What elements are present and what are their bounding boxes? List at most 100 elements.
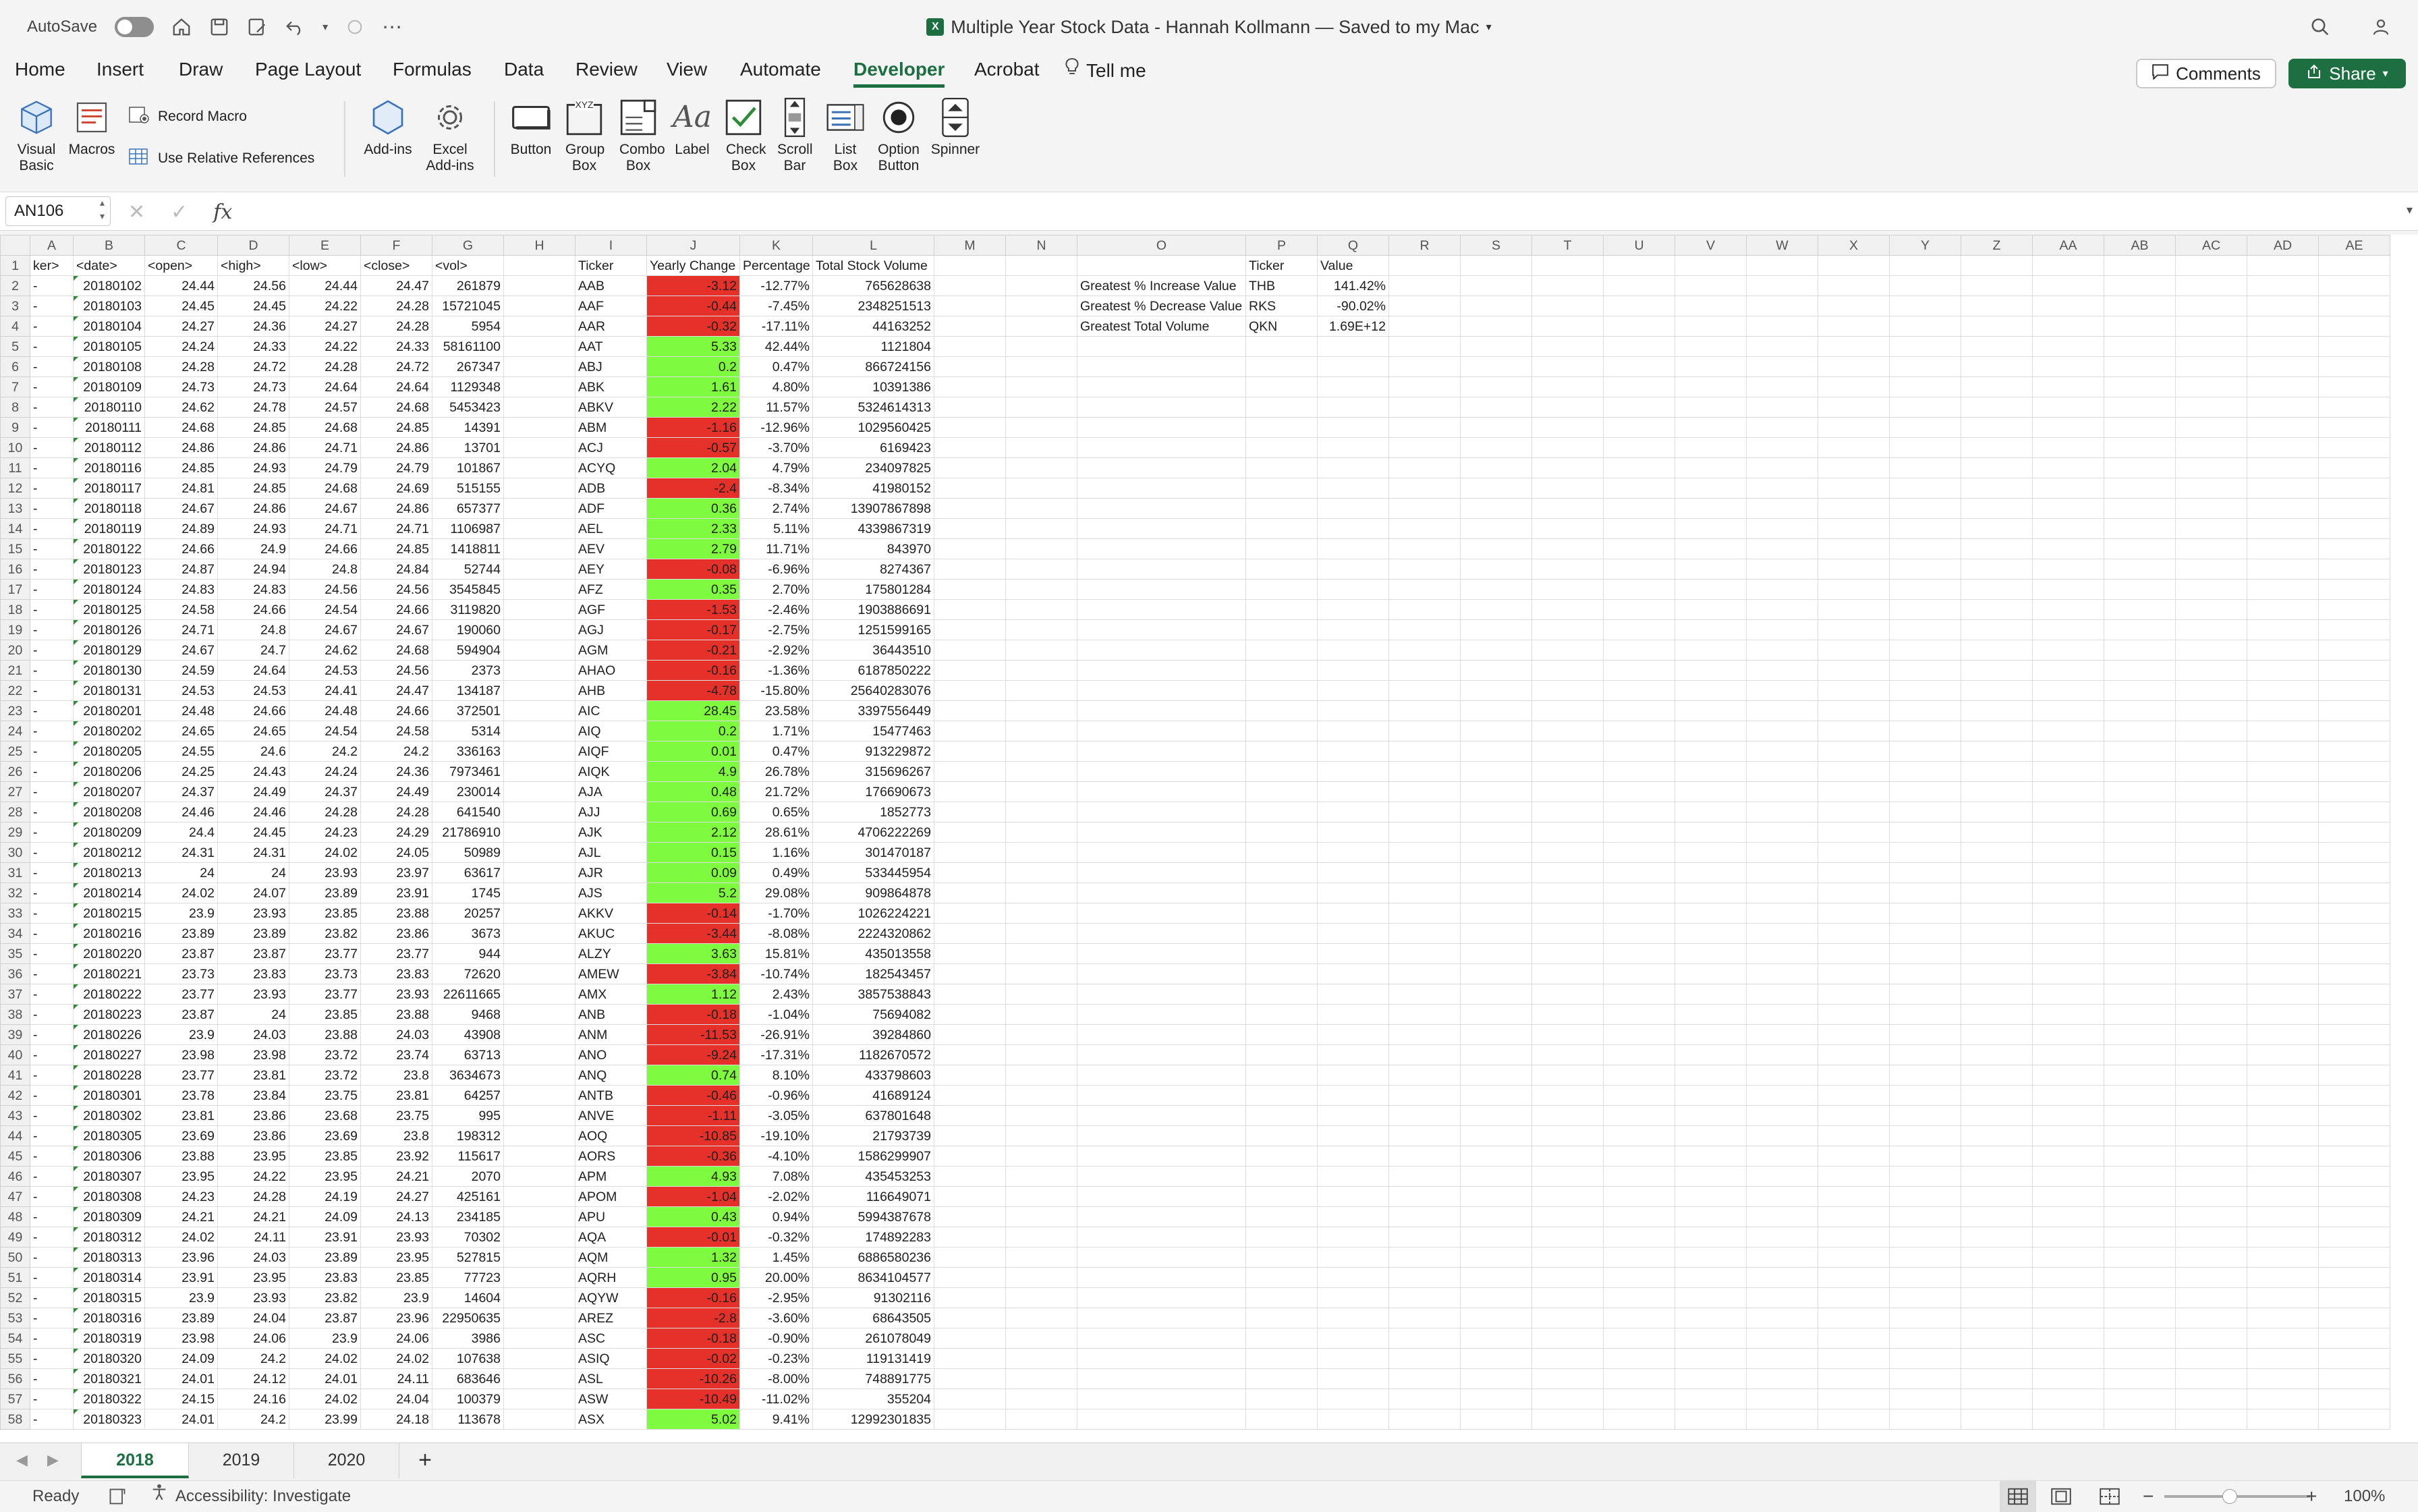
percentage-cell[interactable]: -0.23%: [739, 1348, 813, 1369]
total-volume-cell[interactable]: 533445954: [812, 862, 934, 883]
cell[interactable]: [1889, 1206, 1961, 1227]
data-cell[interactable]: 24.4: [144, 822, 218, 843]
total-volume-cell[interactable]: 91302116: [812, 1287, 934, 1308]
summary-value[interactable]: [1317, 1368, 1389, 1389]
tab-insert[interactable]: Insert: [96, 54, 144, 88]
cell[interactable]: [1005, 296, 1077, 316]
cell[interactable]: [2175, 1308, 2247, 1328]
cell[interactable]: [2247, 417, 2319, 438]
summary-label[interactable]: [1077, 1065, 1246, 1086]
cell[interactable]: [1746, 700, 1818, 721]
cell[interactable]: [503, 538, 575, 559]
summary-label[interactable]: [1077, 1409, 1246, 1430]
cell[interactable]: [1460, 579, 1532, 600]
cell[interactable]: [1818, 1206, 1890, 1227]
cell[interactable]: [1675, 275, 1747, 296]
total-volume-cell[interactable]: 15477463: [812, 721, 934, 741]
cell[interactable]: [1818, 1267, 1890, 1288]
summary-value[interactable]: [1317, 619, 1389, 640]
cell[interactable]: [1675, 1368, 1747, 1389]
ticker-cell[interactable]: ABM: [575, 417, 647, 438]
data-cell[interactable]: 24.58: [360, 721, 432, 741]
cell[interactable]: [934, 1065, 1006, 1086]
cell[interactable]: [1746, 1085, 1818, 1106]
data-cell[interactable]: 24.13: [360, 1206, 432, 1227]
cell[interactable]: [1388, 1368, 1461, 1389]
data-cell[interactable]: 14391: [432, 417, 504, 438]
summary-value[interactable]: [1317, 963, 1389, 984]
cell[interactable]: [2175, 822, 2247, 843]
percentage-cell[interactable]: -8.00%: [739, 1368, 813, 1389]
data-cell[interactable]: 24.06: [217, 1328, 289, 1349]
summary-label[interactable]: [1077, 1389, 1246, 1409]
cell[interactable]: [1889, 660, 1961, 681]
data-cell[interactable]: 995: [432, 1105, 504, 1126]
cell[interactable]: [1675, 457, 1747, 478]
cell[interactable]: [1531, 984, 1604, 1005]
cell[interactable]: [2247, 923, 2319, 944]
cell[interactable]: [1746, 842, 1818, 863]
yearly-change-cell[interactable]: 5.2: [646, 883, 740, 903]
cell[interactable]: [1818, 498, 1890, 519]
total-volume-cell[interactable]: 116649071: [812, 1186, 934, 1207]
cell[interactable]: [1746, 1065, 1818, 1086]
cell[interactable]: [2175, 579, 2247, 600]
percentage-cell[interactable]: -3.60%: [739, 1308, 813, 1328]
date-cell[interactable]: 20180130: [73, 660, 145, 681]
cell[interactable]: [1460, 1125, 1532, 1146]
data-cell[interactable]: 24.24: [289, 761, 361, 782]
data-cell[interactable]: 24.67: [289, 498, 361, 519]
cell[interactable]: [1531, 1409, 1604, 1430]
data-cell[interactable]: 198312: [432, 1125, 504, 1146]
percentage-cell[interactable]: -2.46%: [739, 599, 813, 620]
cell[interactable]: [1005, 842, 1077, 863]
total-volume-cell[interactable]: 6169423: [812, 437, 934, 458]
cell[interactable]: [1460, 943, 1532, 964]
cell[interactable]: -: [30, 761, 74, 782]
cell[interactable]: [2032, 721, 2104, 741]
cell[interactable]: [2318, 640, 2390, 661]
cell[interactable]: [1460, 680, 1532, 701]
cell[interactable]: [2318, 1065, 2390, 1086]
summary-value[interactable]: [1317, 437, 1389, 458]
cell[interactable]: [2175, 417, 2247, 438]
cell[interactable]: [2318, 984, 2390, 1005]
summary-value[interactable]: [1317, 802, 1389, 822]
summary-ticker[interactable]: [1245, 538, 1318, 559]
data-cell[interactable]: 24.49: [217, 781, 289, 802]
data-cell[interactable]: 24.01: [144, 1409, 218, 1430]
summary-value[interactable]: [1317, 1206, 1389, 1227]
summary-ticker[interactable]: [1245, 437, 1318, 458]
percentage-cell[interactable]: 9.41%: [739, 1409, 813, 1430]
date-cell[interactable]: 20180116: [73, 457, 145, 478]
cell[interactable]: [1460, 741, 1532, 762]
header-cell[interactable]: Percentage: [739, 255, 813, 276]
cell[interactable]: [2104, 1004, 2176, 1025]
row-header[interactable]: 48: [0, 1206, 30, 1227]
cell[interactable]: [1961, 943, 2033, 964]
sheet-tab-2020[interactable]: 2020: [294, 1443, 399, 1478]
cell[interactable]: [2318, 275, 2390, 296]
data-cell[interactable]: 24.02: [289, 1389, 361, 1409]
percentage-cell[interactable]: 0.47%: [739, 741, 813, 762]
date-cell[interactable]: 20180220: [73, 943, 145, 964]
cell[interactable]: [2318, 1227, 2390, 1248]
data-cell[interactable]: 23.91: [360, 883, 432, 903]
cell[interactable]: [1531, 336, 1604, 357]
cell[interactable]: [1889, 640, 1961, 661]
cell[interactable]: [2032, 943, 2104, 964]
cell[interactable]: [1005, 579, 1077, 600]
cell[interactable]: [934, 1044, 1006, 1065]
cell[interactable]: [1961, 275, 2033, 296]
cell[interactable]: [2247, 1368, 2319, 1389]
cell[interactable]: [1388, 640, 1461, 661]
date-cell[interactable]: 20180117: [73, 478, 145, 499]
cell[interactable]: [2247, 1085, 2319, 1106]
data-cell[interactable]: 24.28: [289, 802, 361, 822]
cell[interactable]: [1388, 538, 1461, 559]
data-cell[interactable]: 23.91: [289, 1227, 361, 1248]
cell[interactable]: [503, 741, 575, 762]
cell[interactable]: [1746, 883, 1818, 903]
data-cell[interactable]: 77723: [432, 1267, 504, 1288]
data-cell[interactable]: 24.71: [289, 518, 361, 539]
